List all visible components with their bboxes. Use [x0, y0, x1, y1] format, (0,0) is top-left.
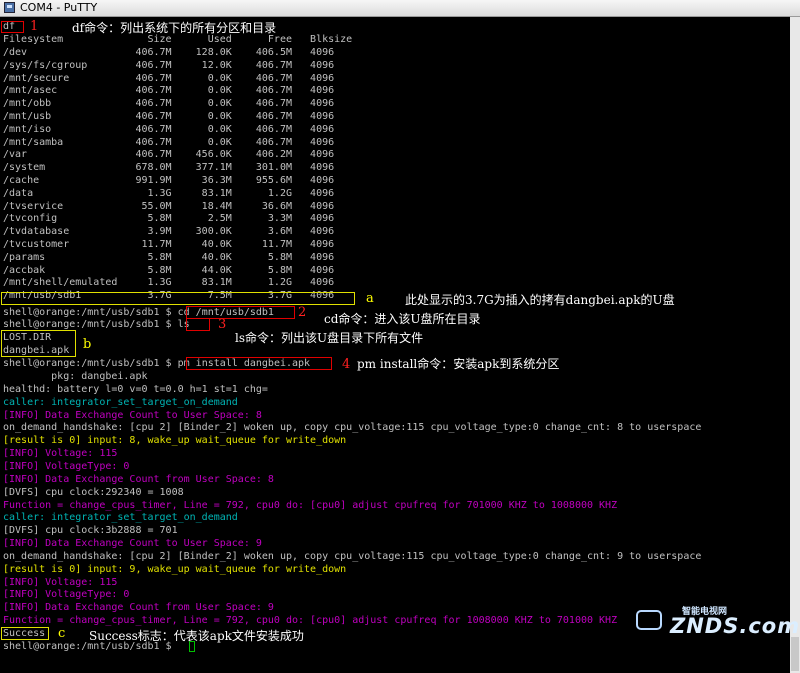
df-row: /tvcustomer 11.7M 40.0K 11.7M 4096 [3, 239, 335, 250]
df-row: /mnt/secure 406.7M 0.0K 406.7M 4096 [3, 72, 335, 84]
highlight-box [1, 627, 49, 640]
tv-logo-icon [636, 610, 662, 630]
df-row: /mnt/iso 406.7M 0.0K 406.7M 4096 [3, 123, 335, 135]
df-row: /var 406.7M 456.0K 406.2M 4096 [3, 149, 335, 161]
df-row: /sys/fs/cgroup 406.7M 12.0K 406.7M 4096 [3, 59, 335, 71]
annotation-number: 4 [342, 357, 351, 372]
df-row: /mnt/asec 406.7M 0.0K 406.7M 4096 [3, 85, 335, 97]
highlight-box [186, 357, 332, 370]
highlight-box [1, 21, 24, 33]
log-line: [result is 0] input: 9, wake_up wait_que… [3, 563, 347, 575]
log-line: caller: integrator_set_target_on_demand [3, 512, 238, 524]
df-annotation: df命令：列出系统下的所有分区和目录 [72, 21, 277, 35]
df-row: /dev 406.7M 128.0K 406.5M 4096 [3, 47, 335, 58]
annotation-letter: b [83, 337, 92, 352]
scrollbar-thumb[interactable] [791, 637, 799, 671]
df-row: /mnt/usb 406.7M 0.0K 406.7M 4096 [3, 111, 335, 122]
log-line: healthd: battery l=0 v=0 t=0.0 h=1 st=1 … [3, 383, 268, 395]
annotation-letter: c [58, 626, 66, 641]
log-line: Function = change_cpus_timer, Line = 792… [3, 615, 618, 627]
annotation-number: 2 [298, 305, 307, 320]
watermark-logo-text: ZNDS.com [670, 614, 800, 638]
log-line: caller: integrator_set_target_on_demand [3, 396, 238, 408]
log-line: [INFO] Data Exchange Count to User Space… [3, 538, 262, 550]
log-line: [INFO] Data Exchange Count from User Spa… [3, 473, 274, 485]
prompt: shell@orange:/mnt/usb/sdb1 $ [3, 307, 178, 318]
df-row: /system 678.0M 377.1M 301.0M 4096 [3, 162, 335, 174]
log-line: [INFO] VoltageType: 0 [3, 589, 130, 601]
log-line: [DVFS] cpu clock:292340 = 1008 [3, 486, 184, 498]
pm-annotation: pm install命令：安装apk到系统分区 [357, 357, 560, 371]
df-row: /mnt/samba 406.7M 0.0K 406.7M 4096 [3, 136, 335, 148]
window-title: COM4 - PuTTY [20, 1, 98, 14]
log-line: pkg: dangbei.apk [3, 371, 148, 382]
df-row: /tvconfig 5.8M 2.5M 3.3M 4096 [3, 213, 335, 225]
prompt: shell@orange:/mnt/usb/sdb1 $ [3, 319, 178, 330]
df-row: /tvservice 55.0M 18.4M 36.6M 4096 [3, 200, 335, 212]
znds-watermark: 智能电视网 ZNDS.com [630, 604, 799, 644]
log-line: on_demand_handshake: [cpu 2] [Binder_2] … [3, 550, 702, 562]
sdb1-annotation: 此处显示的3.7G为插入的拷有dangbei.apk的U盘 [405, 293, 675, 307]
log-line: on_demand_handshake: [cpu 2] [Binder_2] … [3, 422, 702, 434]
log-line: Function = change_cpus_timer, Line = 792… [3, 499, 618, 511]
annotation-letter: a [366, 291, 374, 306]
annotation-number: 3 [218, 317, 227, 332]
df-row: /mnt/obb 406.7M 0.0K 406.7M 4096 [3, 98, 335, 110]
success-annotation: Success标志：代表该apk文件安装成功 [89, 629, 304, 643]
highlight-box [1, 292, 355, 305]
df-row: /cache 991.9M 36.3M 955.6M 4096 [3, 175, 335, 186]
putty-app-icon[interactable] [4, 2, 15, 13]
log-line: [INFO] VoltageType: 0 [3, 460, 130, 472]
df-row: /params 5.8M 40.0K 5.8M 4096 [3, 251, 335, 263]
log-line: [INFO] Data Exchange Count from User Spa… [3, 602, 274, 614]
cd-annotation: cd命令：进入该U盘所在目录 [324, 312, 481, 326]
annotation-number: 1 [30, 19, 39, 34]
log-line: [INFO] Voltage: 115 [3, 576, 118, 588]
df-row: /data 1.3G 83.1M 1.2G 4096 [3, 187, 335, 199]
log-line: [INFO] Data Exchange Count to User Space… [3, 409, 262, 421]
log-line: [result is 0] input: 8, wake_up wait_que… [3, 435, 347, 447]
highlight-box [186, 318, 210, 331]
vertical-scrollbar[interactable] [790, 17, 800, 673]
title-bar: COM4 - PuTTY [0, 0, 800, 17]
prompt: shell@orange:/mnt/usb/sdb1 $ [3, 358, 178, 369]
df-row: /mnt/shell/emulated 1.3G 83.1M 1.2G 4096 [3, 277, 335, 289]
ls-annotation: ls命令：列出该U盘目录下所有文件 [235, 331, 424, 345]
df-row: /tvdatabase 3.9M 300.0K 3.6M 4096 [3, 226, 335, 238]
log-line: [INFO] Voltage: 115 [3, 448, 118, 460]
highlight-box [1, 330, 76, 357]
log-line: [DVFS] cpu clock:3b2888 = 701 [3, 525, 178, 537]
df-row: /accbak 5.8M 44.0K 5.8M 4096 [3, 264, 335, 276]
